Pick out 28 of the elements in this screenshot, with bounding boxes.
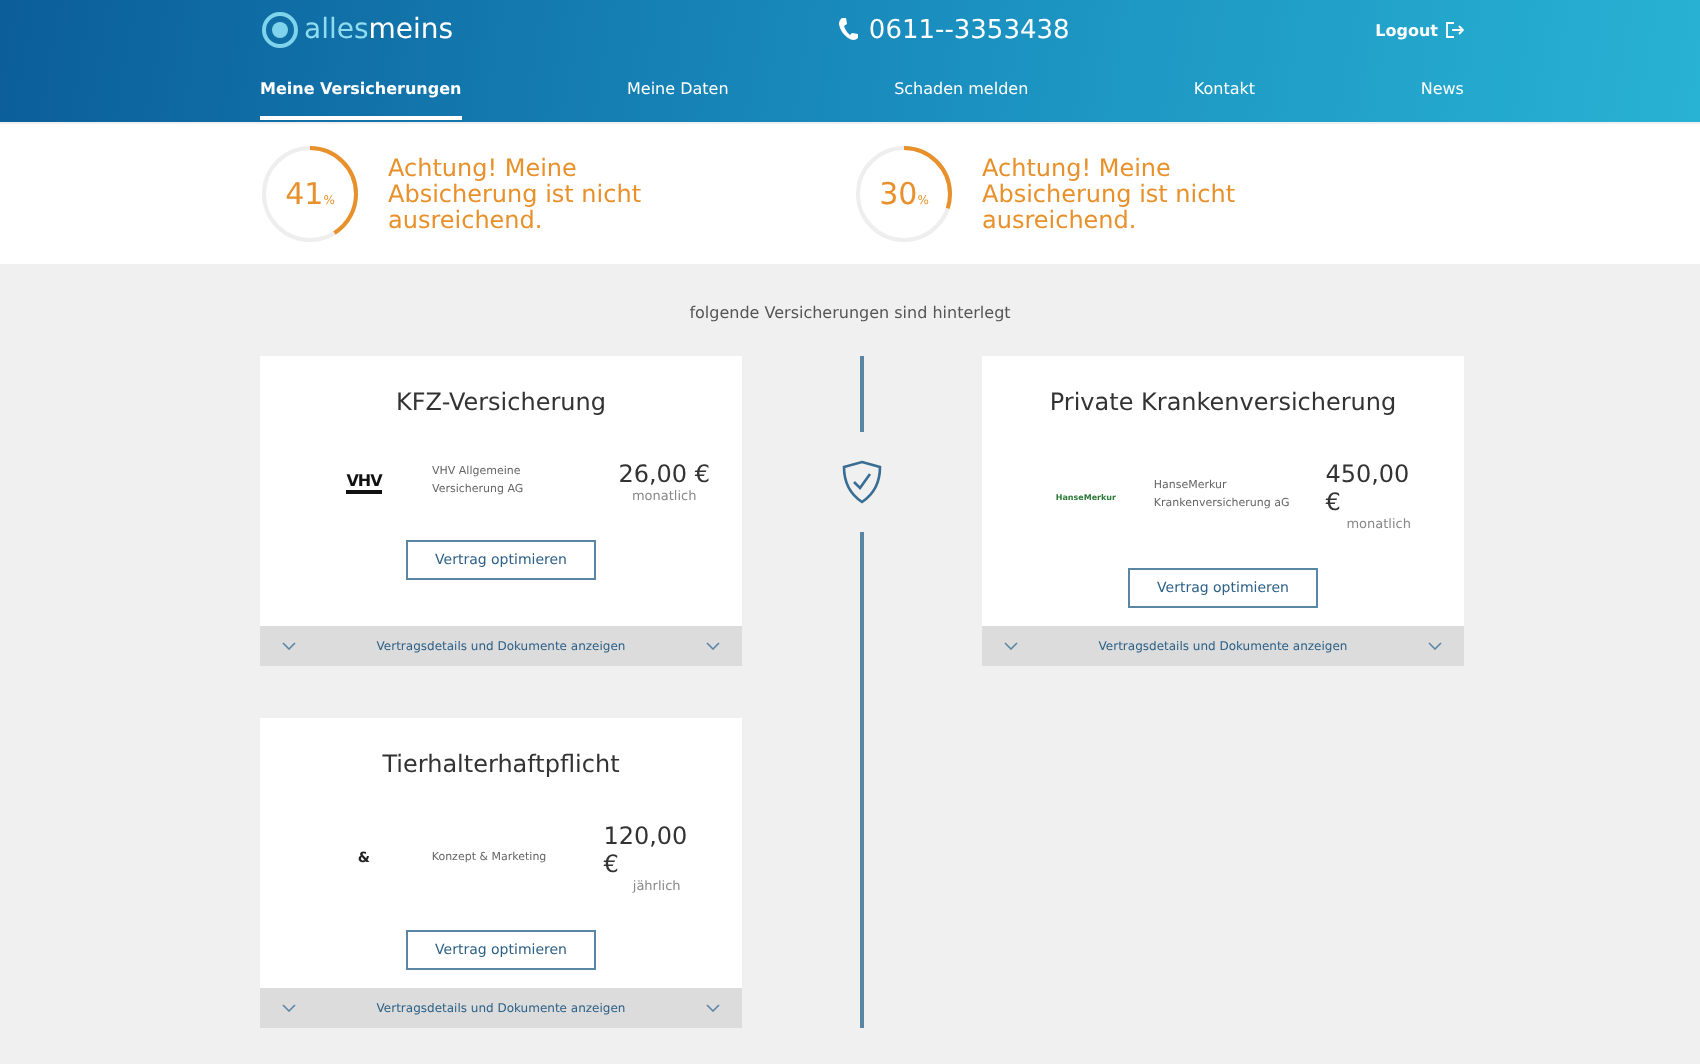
logout-link[interactable]: Logout (1375, 21, 1464, 39)
contract-price: 26,00 € (618, 460, 710, 488)
allesmeins-logo[interactable]: allesmeins (260, 10, 454, 50)
chevron-down-icon (705, 1004, 720, 1012)
nav-tab[interactable]: Meine Versicherungen (260, 70, 462, 120)
warning-message: Achtung! Meine Absicherung ist nicht ausreichend. (388, 155, 644, 233)
nav-tab[interactable]: Meine Daten (627, 70, 729, 120)
chevron-down-icon (705, 642, 720, 650)
phone-number: 0611--3353438 (838, 15, 1070, 45)
shield-check-icon (842, 460, 882, 504)
phone-icon (838, 18, 859, 42)
logo-ring-icon (260, 10, 300, 50)
nav-tab[interactable]: Schaden melden (894, 70, 1029, 120)
nav-tab[interactable]: Kontakt (1193, 70, 1256, 120)
contract-price: 450,00 € (1325, 460, 1412, 516)
chevron-down-icon (1427, 642, 1442, 650)
contract-title: KFZ-Versicherung (396, 388, 606, 416)
contract-title: Tierhalterhaftpflicht (382, 750, 620, 778)
section-caption: folgende Versicherungen sind hinterlegt (687, 304, 1013, 322)
warning-message: Achtung! Meine Absicherung ist nicht ausreichend. (982, 155, 1238, 233)
nav-tab[interactable]: News (1420, 70, 1464, 120)
chevron-down-icon (282, 642, 297, 650)
contract-price: 120,00 € (603, 822, 690, 878)
insurer-logo: VHV (346, 471, 382, 493)
chevron-down-icon (1004, 642, 1019, 650)
chevron-down-icon (282, 1004, 297, 1012)
logout-icon (1445, 22, 1464, 38)
contract-title: Private Krankenversicherung (1049, 388, 1397, 416)
